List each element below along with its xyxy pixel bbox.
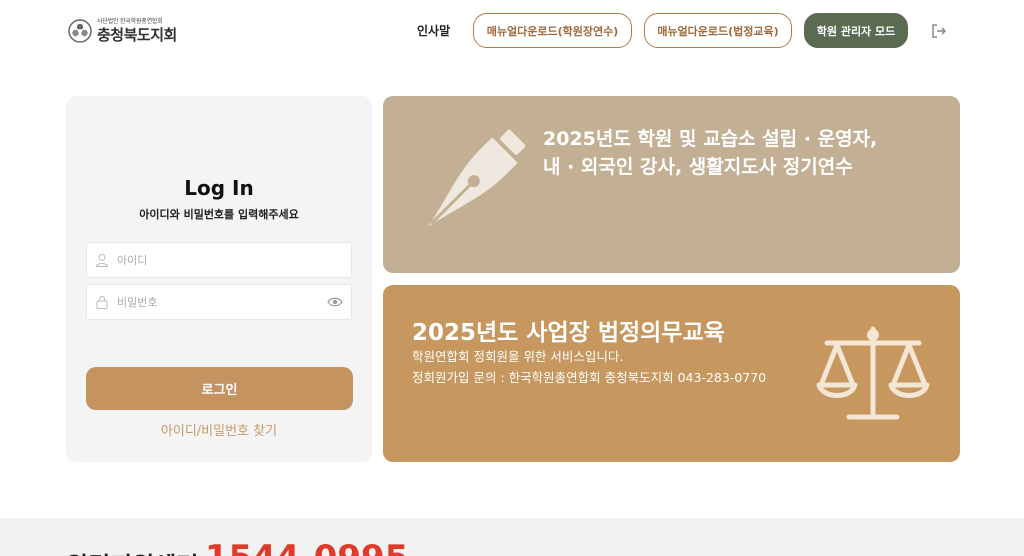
header: 사단법인 한국학원총연합회 충청북도지회 인사말 매뉴얼다운로드(학원장연수) … xyxy=(0,0,1024,62)
id-field[interactable] xyxy=(86,242,352,278)
logout-icon[interactable] xyxy=(930,22,948,40)
logo[interactable]: 사단법인 한국학원총연합회 충청북도지회 xyxy=(67,16,177,46)
scale-icon xyxy=(816,326,930,420)
admin-mode-button[interactable]: 학원 관리자 모드 xyxy=(804,13,908,48)
legal-education-desc: 학원연합회 정회원을 위한 서비스입니다. xyxy=(412,349,624,364)
fountain-pen-icon xyxy=(428,129,526,227)
find-id-password-link[interactable]: 아이디/비밀번호 찾기 xyxy=(66,420,372,439)
eye-icon[interactable] xyxy=(327,295,343,309)
legal-education-title: 2025년도 사업장 법정의무교육 xyxy=(412,320,725,346)
user-icon xyxy=(95,254,109,267)
id-input[interactable] xyxy=(117,243,317,277)
login-button[interactable]: 로그인 xyxy=(86,367,353,410)
login-heading: Log In xyxy=(184,176,254,200)
regular-training-title: 2025년도 학원 및 교습소 설립 · 운영자, 내 · 외국인 강사, 생활… xyxy=(543,128,878,178)
support-center-strip: 원격지원센터 1544-0995 xyxy=(0,518,1024,556)
manual-download-legal-button[interactable]: 매뉴얼다운로드(법정교육) xyxy=(644,13,792,48)
logo-subtitle: 사단법인 한국학원총연합회 xyxy=(97,18,163,25)
membership-inquiry: 정회원가입 문의 : 한국학원총연합회 충청북도지회 043-283-0770 xyxy=(412,370,767,385)
regular-training-banner[interactable]: 2025년도 학원 및 교습소 설립 · 운영자, 내 · 외국인 강사, 생활… xyxy=(383,96,960,273)
emblem-icon xyxy=(68,19,92,43)
legal-education-banner[interactable]: 2025년도 사업장 법정의무교육 학원연합회 정회원을 위한 서비스입니다. … xyxy=(383,285,960,462)
password-field[interactable] xyxy=(86,284,352,320)
login-description: 아이디와 비밀번호를 입력해주세요 xyxy=(139,208,299,221)
support-center-label: 원격지원센터 xyxy=(66,546,198,556)
support-center-phone[interactable]: 1544-0995 xyxy=(205,538,408,556)
password-input[interactable] xyxy=(117,285,317,319)
lock-icon xyxy=(96,296,108,309)
logo-title: 충청북도지회 xyxy=(97,26,177,44)
manual-download-academy-button[interactable]: 매뉴얼다운로드(학원장연수) xyxy=(473,13,632,48)
nav-greeting-link[interactable]: 인사말 xyxy=(417,22,450,39)
